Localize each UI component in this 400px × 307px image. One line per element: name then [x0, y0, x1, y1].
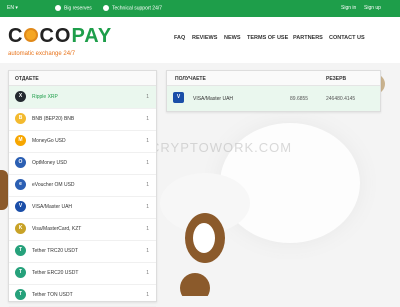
- give-item-count: 1: [146, 270, 149, 276]
- currency-icon: e: [15, 179, 26, 190]
- give-item-count: 1: [146, 116, 149, 122]
- give-item-label: VISA/Master UAH: [32, 204, 73, 210]
- give-item-label: eVoucher OM USD: [32, 182, 75, 188]
- coconut-piece: [180, 273, 210, 296]
- watermark: CRYPTOWORK.COM: [150, 140, 293, 155]
- coin-logo-icon: [24, 28, 39, 42]
- receive-row[interactable]: V VISA/Master UAH 89.6855 246480.4145: [167, 86, 380, 111]
- signin-link[interactable]: Sign in: [341, 5, 356, 11]
- give-item-count: 1: [146, 160, 149, 166]
- give-item[interactable]: O OptMoney USD 1: [9, 152, 156, 175]
- give-item-count: 1: [146, 182, 149, 188]
- logo[interactable]: C COPAY: [8, 25, 112, 48]
- currency-icon: M: [15, 135, 26, 146]
- give-item-label: Tether TRC20 USDT: [32, 248, 79, 254]
- give-item[interactable]: T Tether TRC20 USDT 1: [9, 240, 156, 263]
- coconut-piece-left: [0, 170, 8, 210]
- nav-partners[interactable]: PARTNERS: [293, 35, 323, 41]
- support-label: Technical support 24/7: [112, 5, 163, 12]
- support-icon: [103, 5, 109, 11]
- logo-text-pay: PAY: [71, 25, 113, 47]
- give-item-count: 1: [146, 204, 149, 210]
- give-item-label: Tether ERC20 USDT: [32, 270, 79, 276]
- give-item-label: BNB (BEP20) BNB: [32, 116, 75, 122]
- nav-terms[interactable]: TERMS OF USE: [247, 35, 288, 41]
- tagline: automatic exchange 24/7: [8, 51, 76, 57]
- give-item[interactable]: e eVoucher OM USD 1: [9, 174, 156, 197]
- give-item-count: 1: [146, 248, 149, 254]
- reserves-info: Big reserves: [55, 5, 92, 11]
- give-item[interactable]: T Tether ERC20 USDT 1: [9, 262, 156, 285]
- give-item-count: 1: [146, 138, 149, 144]
- logo-text-co: CO: [39, 25, 72, 47]
- give-item[interactable]: K Visa/MasterCard, KZT 1: [9, 218, 156, 241]
- give-item[interactable]: X Ripple XRP 1: [9, 86, 156, 109]
- signup-link[interactable]: Sign up: [364, 5, 381, 11]
- give-panel: ОТДАЕТЕ X Ripple XRP 1 B BNB (BEP20) BNB 1 M Mo…: [8, 70, 157, 307]
- reserve-header-label: РЕЗЕРВ: [326, 76, 347, 82]
- currency-icon: V: [15, 201, 26, 212]
- receive-header: ПОЛУЧАЕТЕ РЕЗЕРВ: [167, 71, 380, 86]
- give-item-label: MoneyGo USD: [32, 138, 66, 144]
- receive-reserve: 246480.4145: [326, 96, 356, 102]
- give-item-label: Tether TON USDT: [32, 292, 73, 298]
- nav-reviews[interactable]: REVIEWS: [192, 35, 217, 41]
- give-item-count: 1: [146, 292, 149, 298]
- currency-icon: K: [15, 223, 26, 234]
- language-label: EN: [7, 5, 14, 11]
- give-item-label: OptMoney USD: [32, 160, 68, 166]
- language-selector[interactable]: EN ▾: [7, 5, 18, 11]
- currency-icon: B: [15, 113, 26, 124]
- top-bar: EN ▾ Big reserves Technical support 24/7…: [0, 0, 400, 17]
- nav-contact[interactable]: CONTACT US: [329, 35, 365, 41]
- support-info: Technical support 24/7: [103, 5, 162, 11]
- give-header: ОТДАЕТЕ: [9, 71, 156, 86]
- coconut-flesh: [193, 223, 215, 253]
- give-item[interactable]: V VISA/Master UAH 1: [9, 196, 156, 219]
- give-item[interactable]: M MoneyGo USD 1: [9, 130, 156, 153]
- give-item-count: 1: [146, 226, 149, 232]
- nav-faq[interactable]: FAQ: [174, 35, 185, 41]
- receive-rate: 89.6855: [290, 96, 309, 102]
- give-item-label: Visa/MasterCard, KZT: [32, 226, 82, 232]
- give-item[interactable]: B BNB (BEP20) BNB 1: [9, 108, 156, 131]
- give-item-label: Ripple XRP: [32, 94, 58, 100]
- receive-header-label: ПОЛУЧАЕТЕ: [175, 76, 206, 82]
- give-header-label: ОТДАЕТЕ: [15, 76, 39, 82]
- coin-icon: [55, 5, 61, 11]
- currency-icon: T: [15, 245, 26, 256]
- give-item-count: 1: [146, 94, 149, 100]
- nav-news[interactable]: NEWS: [224, 35, 241, 41]
- logo-text-c: C: [8, 25, 24, 47]
- header: C COPAY automatic exchange 24/7 FAQ REVIE…: [0, 17, 400, 63]
- currency-icon: T: [15, 267, 26, 278]
- currency-icon: X: [15, 91, 26, 102]
- currency-icon: T: [15, 289, 26, 300]
- reserves-label: Big reserves: [64, 5, 92, 12]
- receive-panel: ПОЛУЧАЕТЕ РЕЗЕРВ V VISA/Master UAH 89.68…: [166, 70, 381, 112]
- receive-item-label: VISA/Master UAH: [193, 96, 234, 102]
- currency-icon: O: [15, 157, 26, 168]
- visa-master-icon: V: [173, 92, 184, 103]
